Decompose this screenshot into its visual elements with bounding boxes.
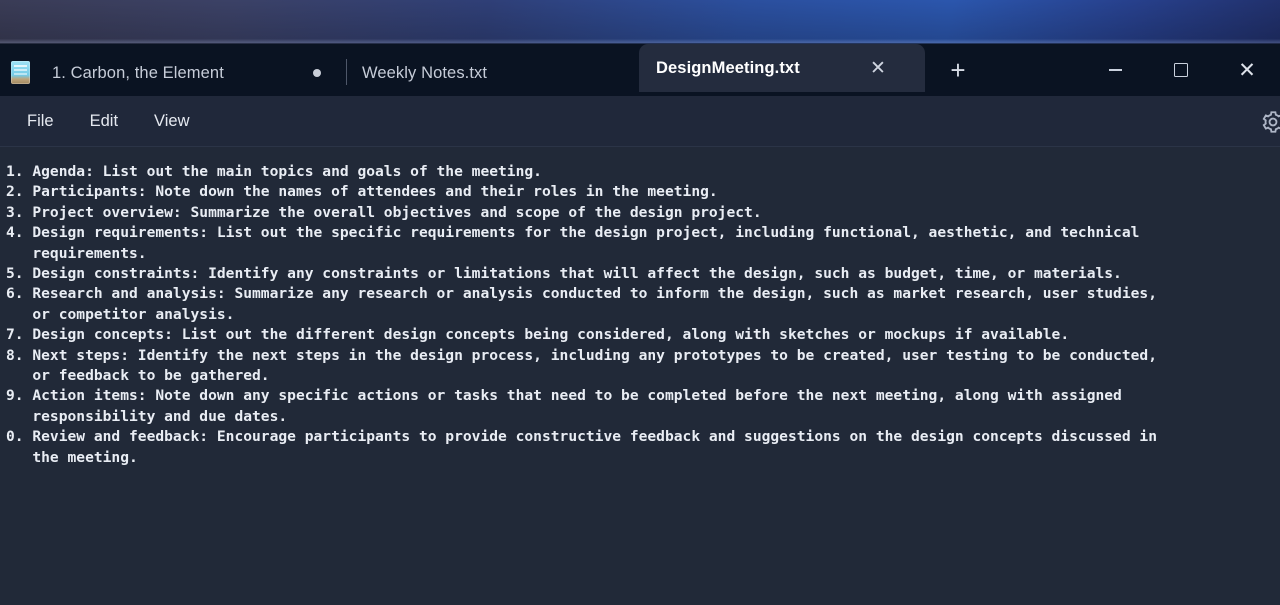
- tab-modified-dot: [313, 69, 321, 77]
- gear-icon[interactable]: [1260, 109, 1280, 135]
- notepad-icon: [11, 61, 30, 84]
- tab-label: Weekly Notes.txt: [362, 63, 488, 82]
- menu-item-file[interactable]: File: [9, 106, 72, 137]
- menu-item-edit[interactable]: Edit: [72, 106, 136, 137]
- close-icon[interactable]: ✕: [867, 57, 889, 79]
- window-controls: ✕: [1082, 44, 1280, 96]
- tab-label: 1. Carbon, the Element: [52, 63, 224, 82]
- close-icon: ✕: [1238, 58, 1256, 82]
- editor-content[interactable]: 1. Agenda: List out the main topics and …: [6, 162, 1280, 468]
- minimize-icon: [1108, 69, 1122, 71]
- tab-strip: 1. Carbon, the Element Weekly Notes.txt …: [0, 44, 1280, 96]
- maximize-icon: [1174, 63, 1188, 77]
- tab-label: DesignMeeting.txt: [656, 58, 800, 77]
- notepad-window: 1. Carbon, the Element Weekly Notes.txt …: [0, 44, 1280, 605]
- plus-icon[interactable]: +: [941, 53, 975, 87]
- text-editor-area[interactable]: 1. Agenda: List out the main topics and …: [0, 147, 1280, 605]
- tab-design-meeting[interactable]: DesignMeeting.txt ✕: [639, 44, 925, 92]
- menu-bar: File Edit View: [0, 96, 1280, 147]
- desktop-wallpaper: [0, 0, 1280, 44]
- tab-divider: [346, 59, 347, 85]
- tab-carbon-the-element[interactable]: 1. Carbon, the Element: [52, 50, 224, 96]
- screen: 1. Carbon, the Element Weekly Notes.txt …: [0, 0, 1280, 605]
- minimize-button[interactable]: [1082, 44, 1148, 96]
- tab-weekly-notes[interactable]: Weekly Notes.txt: [362, 50, 487, 96]
- close-window-button[interactable]: ✕: [1214, 44, 1280, 96]
- menu-item-view[interactable]: View: [136, 106, 207, 137]
- maximize-button[interactable]: [1148, 44, 1214, 96]
